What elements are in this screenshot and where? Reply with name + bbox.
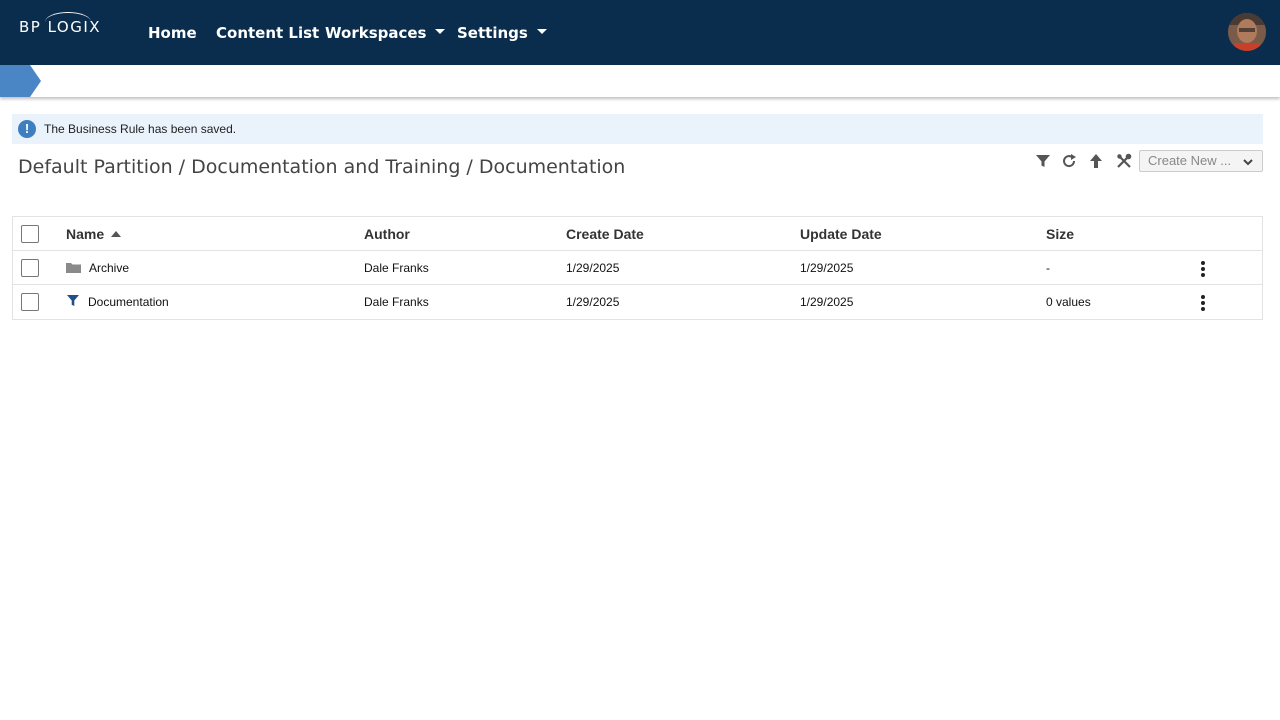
table-row[interactable]: Documentation Dale Franks 1/29/2025 1/29… xyxy=(13,285,1262,319)
column-header-author[interactable]: Author xyxy=(364,217,410,251)
top-nav-bar: BP LOGIX Home Content List Workspaces Se… xyxy=(0,0,1280,65)
alert-message: The Business Rule has been saved. xyxy=(44,122,237,136)
column-header-size[interactable]: Size xyxy=(1046,217,1074,251)
filter-icon xyxy=(67,295,79,307)
row-name[interactable]: Documentation xyxy=(66,285,169,319)
create-new-label: Create New ... xyxy=(1148,153,1232,168)
row-actions-kebab-icon[interactable] xyxy=(1196,260,1210,278)
info-icon: ! xyxy=(18,120,36,138)
select-all-checkbox[interactable] xyxy=(21,225,39,243)
nav-workspaces[interactable]: Workspaces xyxy=(325,24,446,42)
row-name[interactable]: Archive xyxy=(66,251,129,285)
success-alert: ! The Business Rule has been saved. xyxy=(12,114,1263,144)
breadcrumb-bar xyxy=(0,65,1280,97)
avatar-image xyxy=(1228,13,1266,51)
row-name-label: Documentation xyxy=(88,295,169,309)
row-checkbox[interactable] xyxy=(21,259,39,277)
row-create-date: 1/29/2025 xyxy=(566,295,620,309)
user-avatar[interactable] xyxy=(1228,13,1266,51)
filter-icon[interactable] xyxy=(1034,152,1052,170)
row-author: Dale Franks xyxy=(364,261,429,275)
nav-workspaces-label: Workspaces xyxy=(325,24,427,42)
row-update-date: 1/29/2025 xyxy=(800,261,854,275)
nav-home[interactable]: Home xyxy=(148,24,197,42)
nav-content-list[interactable]: Content List xyxy=(216,24,319,42)
row-create-date: 1/29/2025 xyxy=(566,261,620,275)
bp-logix-logo[interactable]: BP LOGIX xyxy=(19,12,101,36)
create-new-dropdown[interactable]: Create New ... xyxy=(1139,150,1263,172)
row-checkbox[interactable] xyxy=(21,293,39,311)
column-header-name-label: Name xyxy=(66,226,105,242)
chevron-down-icon xyxy=(1243,159,1253,166)
sort-ascending-icon xyxy=(111,231,122,238)
content-table: Name Author Create Date Update Date Size… xyxy=(12,216,1263,320)
table-row[interactable]: Archive Dale Franks 1/29/2025 1/29/2025 … xyxy=(13,251,1262,285)
breadcrumb-arrow-icon[interactable] xyxy=(0,65,41,97)
nav-settings[interactable]: Settings xyxy=(457,24,547,42)
row-size: - xyxy=(1046,261,1050,275)
column-header-create-date[interactable]: Create Date xyxy=(566,217,644,251)
page-title: Default Partition / Documentation and Tr… xyxy=(18,156,626,178)
arrow-up-icon[interactable] xyxy=(1087,152,1105,170)
row-update-date: 1/29/2025 xyxy=(800,295,854,309)
column-header-update-date[interactable]: Update Date xyxy=(800,217,882,251)
row-name-label: Archive xyxy=(89,261,130,275)
row-author: Dale Franks xyxy=(364,295,429,309)
chevron-down-icon xyxy=(435,29,446,34)
table-header-row: Name Author Create Date Update Date Size xyxy=(13,217,1262,251)
row-actions-kebab-icon[interactable] xyxy=(1196,294,1210,312)
row-size: 0 values xyxy=(1046,295,1091,309)
chevron-down-icon xyxy=(536,29,547,34)
nav-settings-label: Settings xyxy=(457,24,528,42)
tools-icon[interactable] xyxy=(1115,152,1133,170)
refresh-icon[interactable] xyxy=(1060,152,1078,170)
column-header-name[interactable]: Name xyxy=(66,217,122,251)
folder-icon xyxy=(66,262,81,273)
